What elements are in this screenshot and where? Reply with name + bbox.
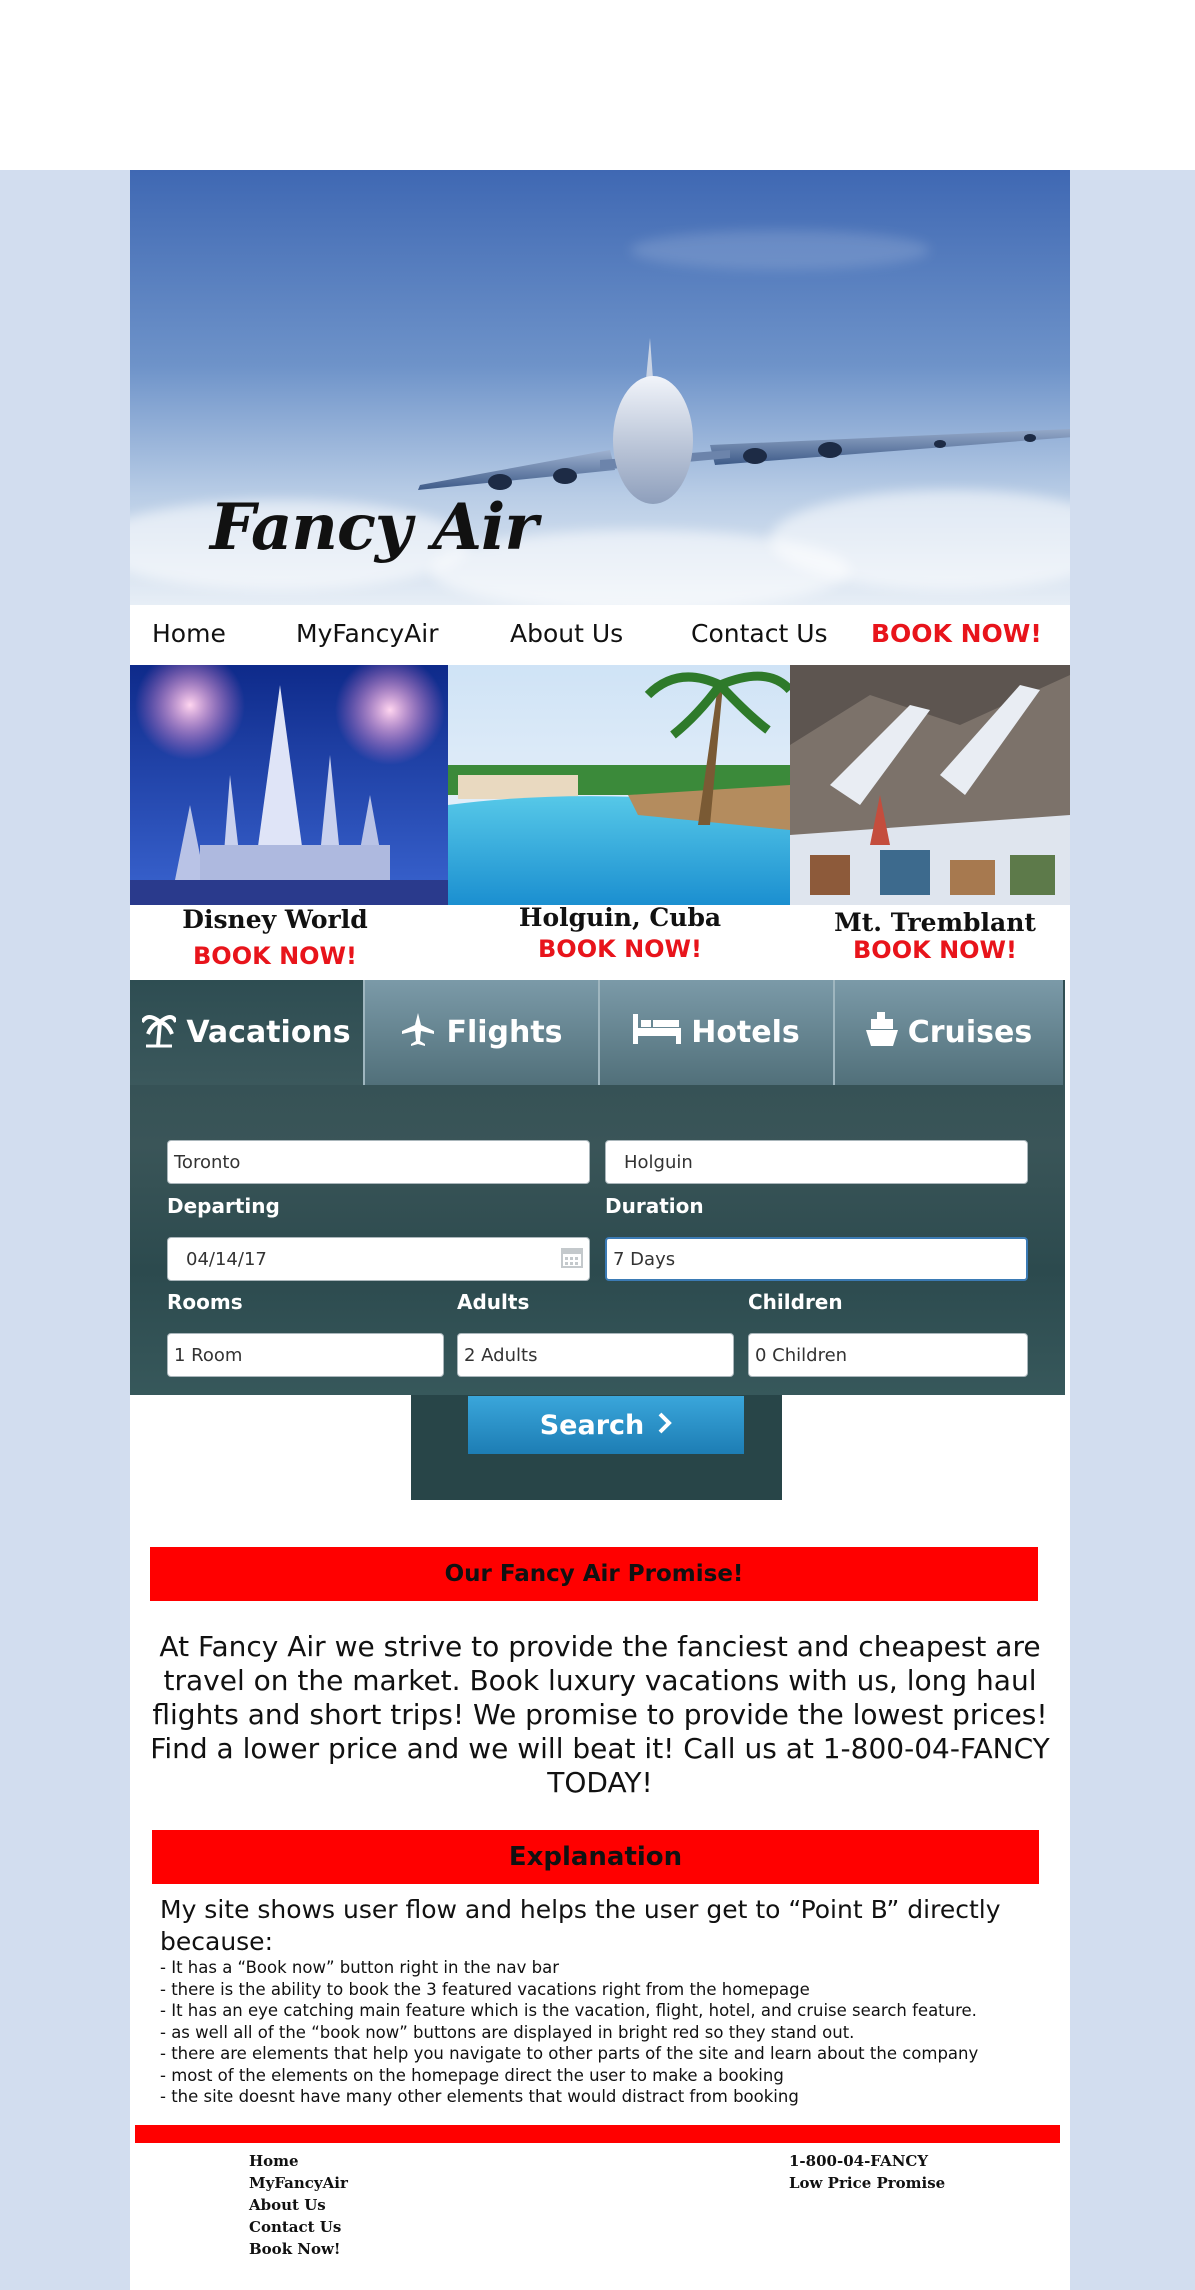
- list-item: - there is the ability to book the 3 fea…: [160, 1979, 810, 1999]
- bed-icon: [633, 1013, 682, 1052]
- tab-label: Flights: [446, 1015, 563, 1050]
- holguin-cuba-image[interactable]: [448, 665, 790, 905]
- chevron-right-icon: [658, 1410, 673, 1441]
- featured-book-disney[interactable]: BOOK NOW!: [130, 942, 420, 970]
- departing-value: 04/14/17: [186, 1248, 267, 1270]
- explanation-heading: Explanation: [152, 1830, 1039, 1884]
- footer-link-about[interactable]: About Us: [249, 2196, 326, 2214]
- nav-about[interactable]: About Us: [510, 619, 623, 648]
- tab-label: Cruises: [907, 1015, 1033, 1050]
- search-button[interactable]: Search: [468, 1396, 744, 1454]
- children-select[interactable]: 0 Children: [748, 1333, 1028, 1377]
- search-button-label: Search: [539, 1409, 645, 1441]
- tab-cruises[interactable]: Cruises: [835, 980, 1063, 1085]
- airplane-illustration: [418, 338, 1070, 504]
- list-item: - It has a “Book now” button right in th…: [160, 1958, 559, 1977]
- nav-myfancyair[interactable]: MyFancyAir: [296, 619, 438, 648]
- destination-input[interactable]: Holguin: [605, 1140, 1028, 1184]
- list-item: - most of the elements on the homepage d…: [160, 2065, 784, 2085]
- children-label: Children: [748, 1290, 843, 1314]
- departing-date-input[interactable]: 04/14/17: [167, 1237, 590, 1281]
- main-nav: Home MyFancyAir About Us Contact Us BOOK…: [130, 605, 1070, 665]
- tab-vacations[interactable]: Vacations: [130, 980, 365, 1085]
- palm-tree-icon: [140, 1010, 179, 1056]
- rooms-select[interactable]: 1 Room: [167, 1333, 444, 1377]
- airplane-icon: [400, 1011, 436, 1055]
- footer-link-myfancyair[interactable]: MyFancyAir: [249, 2174, 348, 2192]
- featured-title-disney: Disney World: [182, 905, 368, 934]
- list-item: - as well all of the “book now” buttons …: [160, 2022, 855, 2042]
- list-item: - the site doesnt have many other elemen…: [160, 2087, 799, 2106]
- footer-link-low-price-promise[interactable]: Low Price Promise: [789, 2174, 945, 2192]
- promise-text: At Fancy Air we strive to provide the fa…: [150, 1630, 1050, 1799]
- duration-select[interactable]: 7 Days: [605, 1237, 1028, 1281]
- resort-pool-photo: [448, 665, 790, 905]
- footer-divider: [135, 2125, 1060, 2143]
- promise-heading: Our Fancy Air Promise!: [150, 1547, 1038, 1601]
- tab-label: Vacations: [186, 1015, 351, 1050]
- mt-tremblant-image[interactable]: [790, 665, 1070, 905]
- explanation-list: - It has a “Book now” button right in th…: [160, 1957, 1040, 2108]
- featured-book-holguin[interactable]: BOOK NOW!: [460, 935, 780, 963]
- duration-label: Duration: [605, 1194, 704, 1218]
- departing-label: Departing: [167, 1194, 280, 1218]
- featured-title-holguin: Holguin, Cuba: [518, 903, 722, 932]
- footer-link-contact[interactable]: Contact Us: [249, 2218, 341, 2236]
- disney-world-image[interactable]: [130, 665, 448, 905]
- list-item: - there are elements that help you navig…: [160, 2044, 979, 2063]
- explanation-intro: My site shows user flow and helps the us…: [160, 1895, 1001, 1956]
- featured-title-tremblant: Mt. Tremblant: [834, 908, 1036, 937]
- origin-input[interactable]: Toronto: [167, 1140, 590, 1184]
- search-button-container: Search: [411, 1395, 782, 1500]
- adults-select[interactable]: 2 Adults: [457, 1333, 734, 1377]
- search-widget: Vacations Flights Hotels Cruises Toronto…: [130, 980, 1065, 1395]
- hero-banner: Fancy Air: [130, 170, 1070, 605]
- featured-book-tremblant[interactable]: BOOK NOW!: [800, 936, 1070, 964]
- ski-village-photo: [790, 665, 1070, 905]
- adults-label: Adults: [457, 1290, 530, 1314]
- castle-photo: [130, 665, 448, 905]
- rooms-label: Rooms: [167, 1290, 243, 1314]
- tab-hotels[interactable]: Hotels: [600, 980, 835, 1085]
- cruise-ship-icon: [865, 1011, 898, 1054]
- footer-link-book-now[interactable]: Book Now!: [249, 2240, 341, 2258]
- tab-label: Hotels: [691, 1015, 800, 1050]
- nav-contact[interactable]: Contact Us: [691, 619, 828, 648]
- page-container: Fancy Air Home MyFancyAir About Us Conta…: [130, 170, 1070, 2290]
- cloud-decoration: [630, 230, 930, 270]
- calendar-icon[interactable]: [561, 1246, 583, 1273]
- brand-logo: Fancy Air: [210, 490, 538, 565]
- footer-phone: 1-800-04-FANCY: [789, 2152, 929, 2170]
- tab-flights[interactable]: Flights: [365, 980, 600, 1085]
- nav-home[interactable]: Home: [152, 619, 226, 648]
- list-item: - It has an eye catching main feature wh…: [160, 2001, 977, 2020]
- nav-book-now[interactable]: BOOK NOW!: [871, 619, 1042, 648]
- footer-link-home[interactable]: Home: [249, 2152, 299, 2170]
